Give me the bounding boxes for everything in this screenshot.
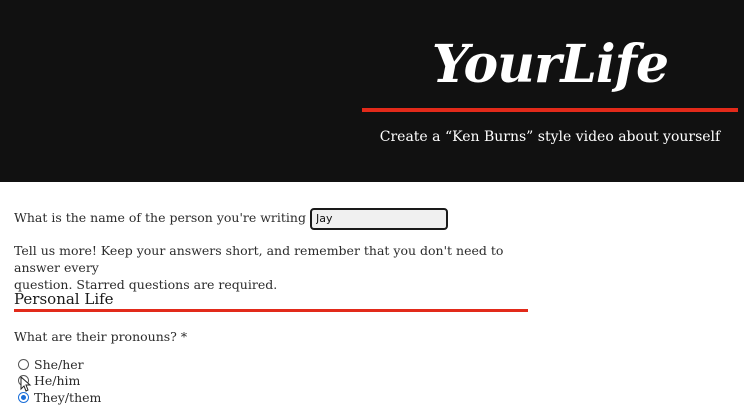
intro-line-1: Tell us more! Keep your answers short, a… — [14, 243, 504, 275]
pronouns-question-label: What are their pronouns? * — [14, 329, 188, 344]
tagline: Create a “Ken Burns” style video about y… — [379, 129, 721, 145]
hero-banner: YourLife Create a “Ken Burns” style vide… — [0, 0, 744, 182]
section-underline — [14, 309, 528, 312]
pronoun-label-they-them: They/them — [34, 389, 102, 405]
radio-they-them[interactable] — [18, 391, 29, 403]
radio-she-her[interactable] — [18, 358, 29, 370]
pronoun-option-she-her[interactable]: She/her — [18, 356, 101, 373]
name-input[interactable] — [310, 208, 448, 230]
mouse-pointer-icon — [20, 376, 32, 392]
brand-underline — [362, 108, 738, 112]
intro-text: Tell us more! Keep your answers short, a… — [14, 242, 524, 293]
brand-title: YourLife — [431, 34, 669, 95]
pronoun-label-he-him: He/him — [34, 373, 81, 389]
pronoun-label-she-her: She/her — [34, 356, 84, 372]
section-title-personal-life: Personal Life — [14, 290, 114, 308]
